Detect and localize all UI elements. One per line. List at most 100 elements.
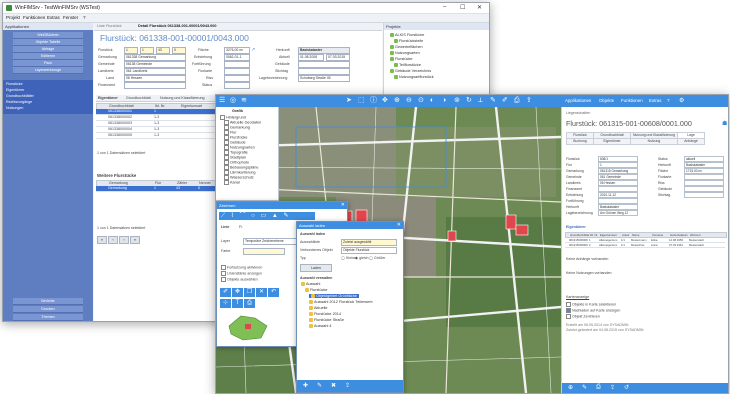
edit-selection-icon[interactable]: ✎: [317, 382, 322, 389]
nav-button-3[interactable]: Abfrage: [13, 46, 83, 53]
grid-column-header[interactable]: Geburtsdatum: [670, 233, 688, 237]
selection-tree-node[interactable]: Flurstücke: [305, 288, 328, 292]
tab-buchung[interactable]: Buchung: [566, 138, 594, 145]
selection-tree-node[interactable]: Aktuelle: [309, 306, 328, 310]
close-icon[interactable]: ✕: [477, 4, 482, 11]
tab-nutzung[interactable]: Nutzung und Klassifizierung: [160, 96, 205, 100]
entstehung-field[interactable]: 0062-01-1: [224, 54, 250, 61]
menu-funktionen[interactable]: Funktionen: [23, 15, 45, 20]
menu-fenster[interactable]: Fenster: [63, 15, 78, 20]
move-tool-icon[interactable]: ✥: [232, 288, 243, 297]
line-tool-icon[interactable]: ⟋: [221, 213, 225, 219]
typ-radio-3[interactable]: ◯ Größer: [369, 256, 385, 260]
edit-object-icon[interactable]: ✎: [582, 384, 587, 391]
status-field[interactable]: [224, 82, 250, 89]
aktuell-field[interactable]: 01.08.2008: [298, 54, 324, 61]
riss-field[interactable]: [224, 75, 250, 82]
option-linienstaerke[interactable]: Linienstärke anzeigen: [221, 271, 262, 276]
menu-funktionen[interactable]: Funktionen: [621, 98, 643, 103]
tree-node[interactable]: Flurstücke: [390, 57, 413, 61]
bottom-nav-themen[interactable]: Themen: [13, 314, 83, 321]
option-reload-on-map[interactable]: Nachladen auf Karte anzeigen: [566, 308, 620, 313]
selection-tree-node[interactable]: Auswahl 2012 Flurstück Teilerwerb: [309, 300, 373, 304]
nav-button-1[interactable]: WinDBAdmin: [13, 32, 83, 39]
print-object-icon[interactable]: ⎙: [596, 384, 601, 391]
tree-node[interactable]: Gebäude Verzeichnis: [390, 69, 431, 73]
layer-item[interactable]: Kanal: [224, 180, 240, 185]
next-record-button[interactable]: ›: [119, 236, 129, 244]
typ-radio-2[interactable]: ◉ gleich: [355, 256, 369, 260]
table-row[interactable]: 061315000009 2 Alleineigentum 1/1 Musterfrau…: [565, 243, 725, 248]
col-eigentumsart[interactable]: Eigentumsart: [181, 104, 202, 108]
minimize-icon[interactable]: –: [443, 4, 446, 10]
zoom-out-icon[interactable]: ⊖: [406, 97, 412, 105]
sidebar-item-nutzungen[interactable]: Nutzungen: [6, 106, 23, 110]
zoom-full-icon[interactable]: ⊚: [454, 97, 460, 105]
sidebar-item-eigentuemer[interactable]: Eigentümer: [6, 88, 24, 92]
export-icon[interactable]: ⇪: [526, 97, 532, 105]
sidebar-item-rechtsvorgaenge[interactable]: Rechtsvorgänge: [6, 100, 32, 104]
undo-tool-icon[interactable]: ↶: [268, 288, 279, 297]
zoom-prev-icon[interactable]: ◐: [430, 97, 434, 105]
col-flur[interactable]: Flur: [155, 181, 161, 185]
col-gemarkung[interactable]: Gemarkung: [109, 181, 128, 185]
delete-selection-icon[interactable]: ✖: [331, 382, 336, 389]
dialog-close-icon[interactable]: ✕: [397, 222, 401, 228]
history-icon[interactable]: ↺: [624, 384, 629, 391]
flurstueck-part-1[interactable]: 1: [124, 47, 138, 54]
pointer-icon[interactable]: ➤: [346, 97, 352, 105]
sidebar-item-grundbuch[interactable]: Grundbuchblätter: [6, 94, 34, 98]
finanzamt-field[interactable]: [124, 82, 186, 89]
tree-node[interactable]: Nutzungsarten: [390, 51, 420, 55]
info-icon[interactable]: ⓘ: [370, 97, 377, 105]
grid-column-header[interactable]: Anteil: [622, 233, 629, 237]
symbol-tool-icon[interactable]: ▲: [272, 213, 278, 219]
selection-tree-node[interactable]: Flurstücke 2014: [309, 312, 341, 316]
flurkarte-field[interactable]: [224, 68, 250, 75]
draw-tab-flaeche[interactable]: Fl.: [239, 225, 243, 229]
gebaeude-field[interactable]: [298, 61, 350, 68]
bottom-nav-drucken[interactable]: Drucken: [13, 306, 83, 313]
tree-node[interactable]: Flurstücksteile: [394, 39, 423, 43]
tree-node[interactable]: Gewerbeflächen: [390, 45, 423, 49]
rectangle-tool-icon[interactable]: ▭: [260, 213, 266, 219]
settings-gear-icon[interactable]: ⚙: [679, 97, 684, 104]
export-selection-icon[interactable]: ⇪: [345, 382, 350, 389]
gemarkung-field[interactable]: 061338 Gemarkung: [124, 54, 186, 61]
zoom-to-object-icon[interactable]: ⊕: [568, 384, 573, 391]
tab-detail[interactable]: Detail Flurstück 061338-001-00001/0043.0…: [138, 24, 217, 28]
tree-node[interactable]: Nutzungsartflurstück: [394, 75, 434, 79]
draw-icon[interactable]: ✎: [490, 97, 496, 105]
tree-node[interactable]: Teilflurstücke: [394, 63, 421, 67]
first-record-button[interactable]: «: [97, 236, 107, 244]
col-grundbuchblatt[interactable]: Grundbuchblatt: [109, 104, 134, 108]
print-icon[interactable]: ⎙: [514, 97, 520, 105]
option-objekte[interactable]: Objekte auswählen: [221, 277, 258, 282]
stichtag-date-field[interactable]: 07.03.2015: [326, 54, 350, 61]
grid-column-header[interactable]: Wohnort: [690, 233, 701, 237]
arc-tool-icon[interactable]: ⌒: [239, 213, 245, 219]
dialog-close-icon[interactable]: ✕: [341, 202, 345, 208]
nav-button-6[interactable]: Layerwerkzeuge: [13, 67, 83, 74]
flurstueck-part-4[interactable]: 0: [172, 47, 186, 54]
tree-node[interactable]: ALKIS Flurstücke: [390, 33, 424, 37]
redline-icon[interactable]: ✐: [502, 97, 508, 105]
refresh-icon[interactable]: ↻: [466, 97, 472, 105]
verbundenes-objekt-select[interactable]: Objekte Flurstück: [341, 247, 397, 254]
laden-button[interactable]: Laden: [300, 264, 332, 272]
grid-column-header[interactable]: Vorname: [652, 233, 663, 237]
menu-icon[interactable]: ☰: [219, 97, 225, 105]
edit-tool-icon[interactable]: ✐: [220, 288, 231, 297]
zoom-next-icon[interactable]: ◑: [442, 97, 446, 105]
measure-icon[interactable]: ⟂: [478, 97, 483, 105]
detail-field-input[interactable]: Am Grünen Weg 12: [598, 210, 638, 216]
grid-column-header[interactable]: Grundbuchblatt: [570, 233, 589, 237]
color-picker[interactable]: [243, 248, 285, 255]
export-object-icon[interactable]: ⇪: [610, 384, 615, 391]
map-link-icon[interactable]: ↗: [251, 47, 255, 53]
overview-minimap[interactable]: [223, 312, 273, 342]
option-center-object[interactable]: Objekt Zentrieren: [566, 314, 600, 319]
new-selection-icon[interactable]: ✚: [303, 382, 308, 389]
selection-tree-node[interactable]: Auswahl 4: [309, 324, 332, 328]
maximize-icon[interactable]: ☐: [460, 4, 465, 11]
